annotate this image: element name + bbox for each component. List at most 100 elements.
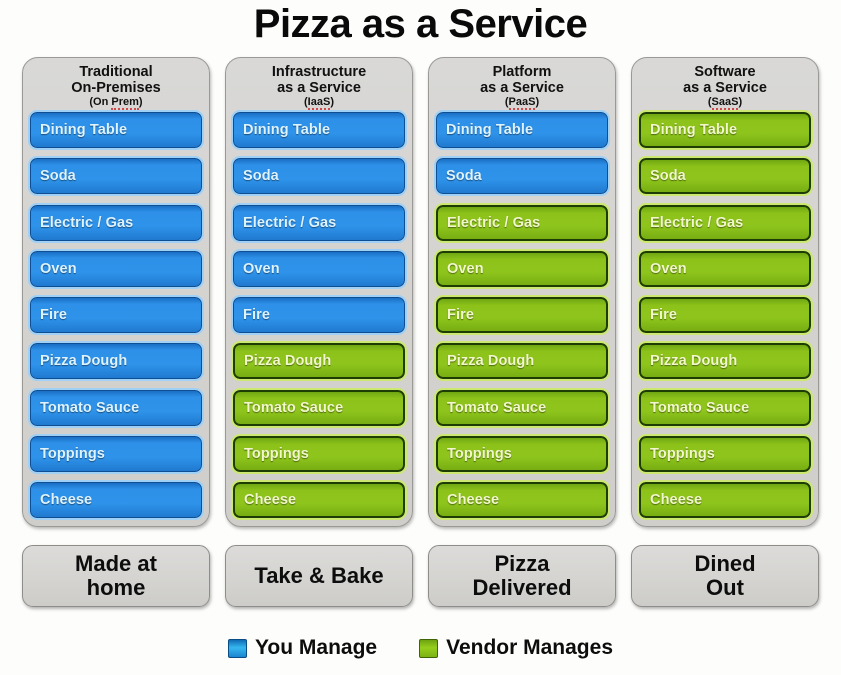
stack-item-label: Electric / Gas xyxy=(243,214,337,231)
stack-item: Fire xyxy=(231,295,407,336)
stack-item-label: Tomato Sauce xyxy=(40,399,140,416)
column-header-line2: On-Premises xyxy=(71,79,161,96)
stack-item: Pizza Dough xyxy=(637,341,813,382)
stack-item-label: Soda xyxy=(243,168,279,185)
stack-item-label: Pizza Dough xyxy=(447,353,535,370)
service-column-software: Software as a Service (SaaS) Dining Table So… xyxy=(631,57,819,527)
column-item-list: Dining Table Soda Electric / Gas Oven Fire Pi… xyxy=(434,110,610,520)
legend-entry: You Manage xyxy=(227,636,378,660)
stack-item: Electric / Gas xyxy=(637,202,813,243)
stack-item-label: Oven xyxy=(650,260,687,277)
abbr-suffix: ) xyxy=(138,96,143,109)
column-header: Platform as a Service (PaaS) xyxy=(436,63,608,112)
column-header-abbreviation: (On Prem) xyxy=(30,96,202,111)
column-item-list: Dining Table Soda Electric / Gas Oven Fire Pi… xyxy=(637,110,813,520)
stack-item: Soda xyxy=(637,156,813,197)
stack-item: Dining Table xyxy=(637,110,813,151)
abbr-term: Prem xyxy=(111,96,139,111)
stack-item: Toppings xyxy=(434,433,610,474)
stack-item: Tomato Sauce xyxy=(434,387,610,428)
stack-item-label: Pizza Dough xyxy=(244,353,332,370)
stack-item: Tomato Sauce xyxy=(28,387,204,428)
stack-item-label: Electric / Gas xyxy=(447,214,541,231)
stack-item: Pizza Dough xyxy=(231,341,407,382)
outcome-box: Take & Bake xyxy=(225,545,413,607)
stack-item: Oven xyxy=(28,248,204,289)
stack-item: Tomato Sauce xyxy=(231,387,407,428)
stack-item-label: Tomato Sauce xyxy=(244,399,344,416)
stack-item-label: Soda xyxy=(40,168,76,185)
stack-item: Fire xyxy=(28,295,204,336)
stack-item: Cheese xyxy=(28,479,204,520)
stack-item-label: Cheese xyxy=(244,491,297,508)
column-header: Software as a Service (SaaS) xyxy=(639,63,811,112)
column-item-list: Dining Table Soda Electric / Gas Oven Fire Pi… xyxy=(28,110,204,520)
outcome-box: Dined Out xyxy=(631,545,819,607)
stack-item: Dining Table xyxy=(231,110,407,151)
legend-label: You Manage xyxy=(254,636,378,659)
stack-item-label: Electric / Gas xyxy=(40,214,134,231)
outcome-label: Take & Bake xyxy=(254,563,384,589)
stack-item: Toppings xyxy=(28,433,204,474)
column-header-line2: as a Service xyxy=(683,79,767,96)
outcome-box: Made at home xyxy=(22,545,210,607)
stack-item: Dining Table xyxy=(434,110,610,151)
stack-item: Oven xyxy=(637,248,813,289)
abbr-suffix: ) xyxy=(738,96,743,109)
stack-item-label: Dining Table xyxy=(243,122,331,139)
stack-item: Fire xyxy=(434,295,610,336)
stack-item: Soda xyxy=(231,156,407,197)
legend: You Manage Vendor Manages xyxy=(0,636,841,660)
legend-label: Vendor Manages xyxy=(446,636,613,659)
abbr-term: IaaS xyxy=(307,96,331,111)
service-model-columns: Traditional On-Premises (On Prem) Dining Ta… xyxy=(0,57,841,527)
outcome-label: Dined Out xyxy=(694,551,756,600)
stack-item-label: Tomato Sauce xyxy=(650,399,750,416)
service-column-traditional: Traditional On-Premises (On Prem) Dining Ta… xyxy=(22,57,210,527)
stack-item-label: Dining Table xyxy=(446,122,534,139)
stack-item-label: Fire xyxy=(447,307,474,324)
abbr-suffix: ) xyxy=(535,96,540,109)
stack-item-label: Pizza Dough xyxy=(650,353,738,370)
stack-item: Soda xyxy=(434,156,610,197)
stack-item: Electric / Gas xyxy=(28,202,204,243)
stack-item-label: Dining Table xyxy=(650,122,738,139)
stack-item-label: Pizza Dough xyxy=(40,353,128,370)
abbr-suffix: ) xyxy=(330,96,334,109)
stack-item: Electric / Gas xyxy=(231,202,407,243)
stack-item-label: Oven xyxy=(447,260,484,277)
column-header-line2: as a Service xyxy=(277,79,361,96)
stack-item: Toppings xyxy=(637,433,813,474)
stack-item: Electric / Gas xyxy=(434,202,610,243)
stack-item-label: Cheese xyxy=(650,491,703,508)
stack-item: Soda xyxy=(28,156,204,197)
column-header-line1: Platform xyxy=(492,64,552,80)
stack-item: Oven xyxy=(434,248,610,289)
abbr-prefix: ( xyxy=(707,96,712,109)
column-header-abbreviation: (SaaS) xyxy=(639,96,811,111)
column-header-line1: Traditional xyxy=(79,64,153,80)
outcome-box: Pizza Delivered xyxy=(428,545,616,607)
column-header-line1: Infrastructure xyxy=(271,64,367,80)
stack-item-label: Dining Table xyxy=(40,122,128,139)
legend-entry: Vendor Manages xyxy=(419,636,613,660)
service-column-platform: Platform as a Service (PaaS) Dining Table So… xyxy=(428,57,616,527)
column-header-abbreviation: (IaaS) xyxy=(233,96,405,111)
outcome-label: Made at home xyxy=(75,551,157,600)
stack-item-label: Cheese xyxy=(40,491,93,508)
stack-item-label: Soda xyxy=(650,168,686,185)
stack-item-label: Toppings xyxy=(447,445,512,462)
abbr-prefix: ( xyxy=(504,96,509,109)
column-header: Infrastructure as a Service (IaaS) xyxy=(233,63,405,112)
legend-swatch-you-manage-icon xyxy=(227,638,247,658)
stack-item: Cheese xyxy=(231,479,407,520)
abbr-prefix: (On xyxy=(89,96,112,109)
stack-item: Oven xyxy=(231,248,407,289)
column-header-line1: Software xyxy=(694,64,756,80)
legend-swatch-vendor-manages-icon xyxy=(419,638,439,658)
stack-item-label: Oven xyxy=(40,260,77,277)
column-header-line2: as a Service xyxy=(480,79,564,96)
stack-item-label: Toppings xyxy=(244,445,309,462)
stack-item: Fire xyxy=(637,295,813,336)
stack-item-label: Soda xyxy=(446,168,482,185)
